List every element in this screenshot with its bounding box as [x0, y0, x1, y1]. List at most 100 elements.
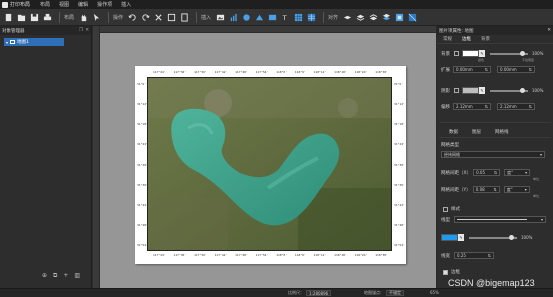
- expand-y-value: 0.00mm: [500, 67, 517, 72]
- copy-icon[interactable]: ⧉: [53, 272, 57, 280]
- slider-knob[interactable]: [520, 50, 525, 56]
- line-opacity-slider[interactable]: [469, 234, 517, 240]
- style-checkbox[interactable]: [443, 206, 448, 212]
- select-arrow-icon[interactable]: [91, 12, 101, 22]
- expand-y-field[interactable]: 0.00mm ⇅: [497, 66, 535, 73]
- offset-x-field[interactable]: 2.12mm ⇅: [453, 103, 491, 110]
- grid-x-value: 0.05: [476, 170, 485, 175]
- tab-background[interactable]: 背景: [481, 36, 490, 42]
- layer-bottom-icon[interactable]: [381, 12, 391, 22]
- chevron-down-icon[interactable]: ▾: [541, 217, 543, 222]
- chevron-down-icon[interactable]: ▾: [525, 170, 527, 175]
- shadow-opacity-slider[interactable]: [490, 87, 528, 93]
- grid-y-unit-select[interactable]: 度° ▾: [503, 186, 530, 193]
- lock-icon[interactable]: ⊕: [42, 272, 47, 280]
- slider-knob[interactable]: [509, 234, 514, 240]
- line-style-select[interactable]: ▾: [454, 216, 546, 223]
- expand-x-field[interactable]: 0.00mm ⇅: [453, 66, 491, 73]
- stepper-icon[interactable]: ⇅: [485, 104, 488, 109]
- stepper-icon[interactable]: ⇅: [494, 170, 497, 175]
- menu-insert[interactable]: 插入: [121, 1, 131, 8]
- redo-icon[interactable]: [140, 12, 150, 22]
- offset-x-value: 2.12mm: [456, 104, 473, 109]
- insert-image-icon[interactable]: [215, 12, 225, 22]
- stepper-icon[interactable]: ⇅: [485, 67, 488, 72]
- color-picker-icon[interactable]: ✎: [458, 234, 464, 241]
- color-picker-icon[interactable]: ✎: [479, 87, 485, 94]
- chevron-down-icon[interactable]: ▾: [525, 187, 527, 192]
- print-page[interactable]: 117°24' 117°30' 117°36' 117°42' 117°48' 117°5…: [135, 66, 406, 264]
- menu-edit[interactable]: 编辑: [78, 1, 88, 8]
- map-frame[interactable]: [147, 77, 392, 251]
- tab-border[interactable]: 边框: [462, 36, 471, 42]
- anchor-select[interactable]: 不锚定: [386, 290, 404, 296]
- ungroup-icon[interactable]: [407, 12, 417, 22]
- stepper-icon[interactable]: ⇅: [488, 253, 491, 258]
- insert-text-icon[interactable]: T: [280, 12, 290, 22]
- tab-data[interactable]: 数据: [449, 129, 458, 135]
- insert-polygon-icon[interactable]: [254, 12, 264, 22]
- print-icon[interactable]: [42, 12, 52, 22]
- line-color-swatch[interactable]: [441, 234, 458, 241]
- border-checkbox[interactable]: [443, 269, 448, 275]
- insert-grid-icon[interactable]: [293, 12, 303, 22]
- color-picker-icon[interactable]: ✎: [479, 50, 485, 57]
- grid-x-row: 网格间距（X） 0.05 ⇅ 度° ▾: [441, 169, 531, 176]
- shadow-color-swatch[interactable]: [462, 87, 479, 94]
- menu-actions[interactable]: 操作项: [97, 1, 112, 8]
- tree-item-map[interactable]: ▾ 地图1: [4, 38, 64, 46]
- layer-down-icon[interactable]: [368, 12, 378, 22]
- background-color-swatch[interactable]: [462, 50, 479, 57]
- layout-canvas[interactable]: 117°24' 117°30' 117°36' 117°42' 117°48' 117°5…: [93, 26, 436, 288]
- delete-x-icon[interactable]: [153, 12, 163, 22]
- shadow-checkbox[interactable]: [454, 88, 459, 93]
- pan-hand-icon[interactable]: [78, 12, 88, 22]
- stepper-icon[interactable]: ⇅: [529, 104, 532, 109]
- fit-page-icon[interactable]: [179, 12, 189, 22]
- tab-layers[interactable]: 图层: [472, 129, 481, 135]
- save-icon[interactable]: [29, 12, 39, 22]
- properties-tabs: 常规 边框 背景: [437, 35, 553, 44]
- frame-icon[interactable]: [166, 12, 176, 22]
- open-folder-icon[interactable]: [16, 12, 26, 22]
- slider-knob[interactable]: [520, 87, 525, 93]
- float-icon[interactable]: ❐: [79, 28, 83, 33]
- background-opacity-slider[interactable]: [490, 50, 528, 56]
- layer-up-icon[interactable]: [342, 12, 352, 22]
- insert-ellipse-icon[interactable]: [241, 12, 251, 22]
- chevron-down-icon[interactable]: ▾: [6, 40, 8, 45]
- undo-icon[interactable]: [127, 12, 137, 22]
- stepper-icon[interactable]: ⇅: [529, 67, 532, 72]
- grid-tick-label: 118°0': [276, 70, 288, 74]
- new-file-icon[interactable]: [3, 12, 13, 22]
- close-icon[interactable]: ✕: [85, 28, 89, 33]
- scale-input[interactable]: 1:280896: [306, 290, 332, 296]
- tab-general[interactable]: 常规: [443, 36, 452, 42]
- ruler-vertical: [93, 26, 100, 288]
- grid-x-field[interactable]: 0.05 ⇅: [473, 169, 501, 176]
- insert-rectangle-icon[interactable]: [267, 12, 277, 22]
- background-checkbox[interactable]: [454, 51, 459, 56]
- line-width-field[interactable]: 0.25 ⇅: [454, 252, 494, 259]
- grid-tick-label: 31°12': [394, 102, 405, 107]
- insert-chart-icon[interactable]: [228, 12, 238, 22]
- tab-gridlines[interactable]: 网格线: [495, 129, 509, 135]
- work-area[interactable]: 117°24' 117°30' 117°36' 117°42' 117°48' 117°5…: [100, 33, 436, 288]
- stepper-icon[interactable]: ⇅: [493, 187, 496, 192]
- insert-table-icon[interactable]: [306, 12, 316, 22]
- grid-y-field[interactable]: 0.08 ⇅: [472, 186, 500, 193]
- chevron-down-icon[interactable]: ▾: [540, 152, 542, 157]
- grid-type-select[interactable]: 经纬网格 ▾: [441, 151, 545, 158]
- offset-y-field[interactable]: 2.12mm ⇅: [497, 103, 535, 110]
- menu-layout[interactable]: 布局: [40, 1, 50, 8]
- trash-icon[interactable]: ▥: [74, 272, 80, 280]
- zoom-level[interactable]: 65%: [430, 290, 439, 295]
- item-properties-panel: 图片项属性: 地图 ✕ 常规 边框 背景 背景 ✎ 100% 颜色 不透明度 扩…: [437, 26, 553, 288]
- add-icon[interactable]: +: [63, 272, 68, 280]
- menu-view[interactable]: 视图: [59, 1, 69, 8]
- layer-top-icon[interactable]: [355, 12, 365, 22]
- map-page-icon: [10, 40, 16, 44]
- close-icon[interactable]: ✕: [547, 28, 551, 33]
- grid-x-unit-select[interactable]: 度° ▾: [504, 169, 531, 176]
- group-icon[interactable]: [394, 12, 404, 22]
